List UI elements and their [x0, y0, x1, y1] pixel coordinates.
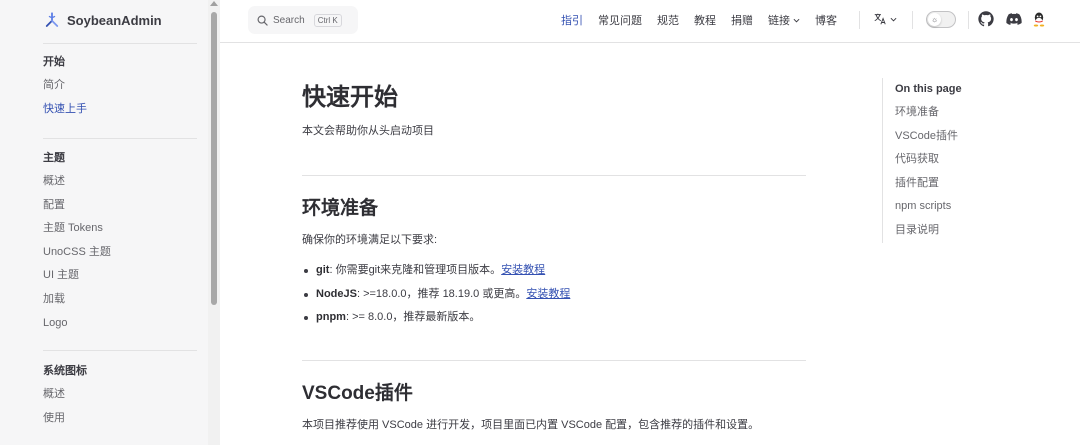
divider — [302, 175, 806, 176]
top-navbar: Search Ctrl K 指引 常见问题 规范 教程 捐赠 链接 博客 ☼ — [220, 0, 1080, 43]
sidebar-item-loading[interactable]: 加载 — [43, 288, 197, 312]
outline-item-env[interactable]: 环境准备 — [895, 101, 1072, 125]
page-outline: On this page 环境准备 VSCode插件 代码获取 插件配置 npm… — [882, 78, 1072, 243]
sidebar-item-icons-overview[interactable]: 概述 — [43, 383, 197, 407]
github-icon[interactable] — [978, 11, 994, 27]
outline-item-code[interactable]: 代码获取 — [895, 148, 1072, 172]
install-guide-link[interactable]: 安装教程 — [501, 264, 545, 276]
chevron-down-icon — [890, 17, 897, 21]
nav-blog[interactable]: 博客 — [815, 12, 837, 28]
req-name: git — [316, 264, 330, 276]
env-intro: 确保你的环境满足以下要求: — [302, 234, 438, 246]
nav-tutorial[interactable]: 教程 — [694, 12, 716, 28]
outline-item-npm-scripts[interactable]: npm scripts — [895, 195, 1072, 219]
req-name: pnpm — [316, 311, 346, 323]
nav-group-theme: 主题 概述 配置 主题 Tokens UnoCSS 主题 UI 主题 加载 Lo… — [43, 146, 197, 335]
nav-group-icons: 系统图标 概述 使用 — [43, 359, 197, 430]
nav-links-label: 链接 — [768, 15, 790, 27]
install-guide-link[interactable]: 安装教程 — [526, 288, 570, 300]
nav-group-title: 系统图标 — [43, 365, 87, 377]
soybean-logo-icon — [45, 12, 59, 27]
outline-title: On this page — [895, 83, 962, 95]
req-text: : >= 8.0.0，推荐最新版本。 — [345, 311, 481, 323]
nav-group-title: 主题 — [43, 152, 65, 164]
sidebar-item-theme-config[interactable]: 配置 — [43, 194, 197, 218]
language-switcher[interactable] — [873, 12, 897, 26]
list-item: NodeJS: >=18.0.0，推荐 18.19.0 或更高。安装教程 — [302, 283, 570, 307]
list-item: git: 你需要git来克隆和管理项目版本。安装教程 — [302, 259, 570, 283]
req-name: NodeJS — [316, 287, 357, 300]
outline-item-vscode[interactable]: VSCode插件 — [895, 125, 1072, 149]
search-shortcut: Ctrl K — [313, 13, 342, 27]
nav-group-title: 开始 — [43, 56, 65, 68]
divider — [968, 11, 969, 29]
nav-faq[interactable]: 常见问题 — [598, 12, 642, 28]
page-lead: 本文会帮助你从头启动项目 — [302, 125, 434, 137]
sidebar: SoybeanAdmin 开始 简介 快速上手 主题 概述 配置 主题 Toke… — [0, 0, 208, 445]
search-button[interactable]: Search Ctrl K — [248, 6, 358, 34]
nav-guide[interactable]: 指引 — [561, 12, 583, 28]
divider — [859, 11, 860, 29]
divider — [43, 138, 197, 139]
sidebar-item-icons-usage[interactable]: 使用 — [43, 407, 197, 431]
req-text: : 你需要git来克隆和管理项目版本。 — [329, 264, 502, 276]
search-icon — [257, 15, 268, 26]
nav-links-dropdown[interactable]: 链接 — [768, 12, 800, 28]
discord-icon[interactable] — [1006, 11, 1022, 27]
nav-standard[interactable]: 规范 — [657, 12, 679, 28]
qq-icon[interactable] — [1031, 11, 1047, 27]
divider — [912, 11, 913, 29]
sidebar-item-logo[interactable]: Logo — [43, 312, 197, 336]
sidebar-item-ui-theme[interactable]: UI 主题 — [43, 264, 197, 288]
scrollbar-thumb[interactable] — [211, 12, 217, 305]
chevron-down-icon — [793, 18, 800, 22]
translate-icon — [874, 13, 886, 25]
divider — [43, 43, 197, 44]
sidebar-item-quick-start[interactable]: 快速上手 — [43, 98, 197, 122]
top-menu: 指引 常见问题 规范 教程 捐赠 链接 博客 — [561, 0, 852, 40]
sidebar-item-theme-tokens[interactable]: 主题 Tokens — [43, 217, 197, 241]
sidebar-item-intro[interactable]: 简介 — [43, 74, 197, 98]
scroll-up-arrow-icon[interactable] — [210, 1, 218, 6]
heading-vscode: VSCode插件 — [302, 383, 413, 404]
search-label: Search — [273, 14, 305, 26]
sidebar-item-unocss-theme[interactable]: UnoCSS 主题 — [43, 241, 197, 265]
sidebar-item-theme-overview[interactable]: 概述 — [43, 170, 197, 194]
nav-group-start: 开始 简介 快速上手 — [43, 50, 197, 121]
outline-item-plugin-config[interactable]: 插件配置 — [895, 172, 1072, 196]
requirements-list: git: 你需要git来克隆和管理项目版本。安装教程 NodeJS: >=18.… — [302, 259, 570, 330]
appearance-toggle[interactable]: ☼ — [926, 11, 956, 28]
divider — [302, 360, 806, 361]
brand-link[interactable]: SoybeanAdmin — [43, 10, 162, 30]
req-text: : >=18.0.0，推荐 18.19.0 或更高。 — [356, 287, 527, 300]
divider — [43, 350, 197, 351]
brand-name: SoybeanAdmin — [67, 12, 162, 28]
heading-env: 环境准备 — [302, 198, 379, 219]
page-title: 快速开始 — [302, 84, 398, 111]
list-item: pnpm: >= 8.0.0，推荐最新版本。 — [302, 306, 570, 330]
outline-item-directory[interactable]: 目录说明 — [895, 219, 1072, 243]
nav-donate[interactable]: 捐赠 — [731, 12, 753, 28]
vscode-intro: 本项目推荐使用 VSCode 进行开发，项目里面已内置 VSCode 配置，包含… — [302, 419, 760, 431]
sun-icon: ☼ — [928, 13, 941, 26]
